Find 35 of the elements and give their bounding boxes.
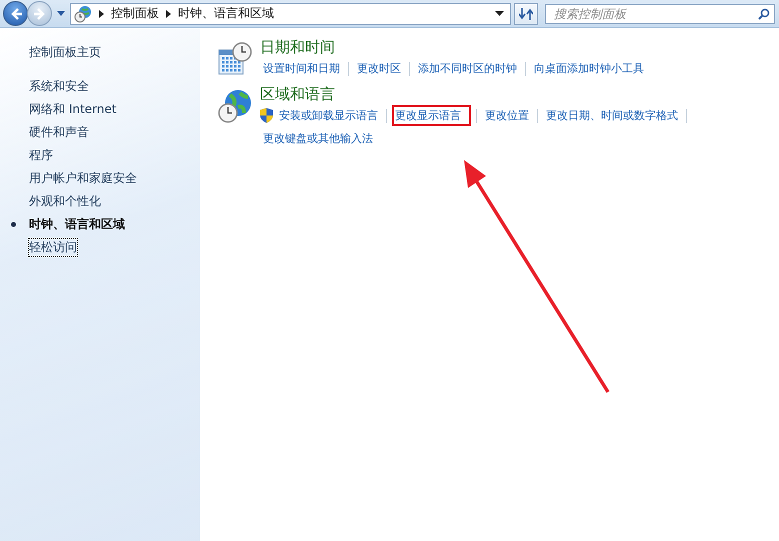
sidebar-link[interactable]: 系统和安全 [29, 78, 89, 95]
task-link[interactable]: 向桌面添加时钟小工具 [531, 58, 647, 79]
dropdown-arrow-icon[interactable] [495, 11, 504, 16]
breadcrumb[interactable]: 控制面板 [111, 5, 159, 22]
breadcrumb-arrow-icon[interactable] [99, 10, 104, 18]
category-title-link[interactable]: 区域和语言 [260, 85, 335, 104]
sidebar-link[interactable]: 轻松访问 [29, 239, 77, 256]
sidebar-link[interactable]: 网络和 Internet [29, 101, 116, 118]
search-field[interactable]: 搜索控制面板 [545, 4, 775, 24]
calendar-clock-icon[interactable] [218, 42, 252, 76]
control-panel-icon [74, 4, 92, 22]
recent-pages-dropdown-icon[interactable] [57, 11, 65, 16]
refresh-icon[interactable] [519, 6, 533, 20]
category-title-link[interactable]: 日期和时间 [260, 38, 335, 57]
task-link[interactable]: 更改时区 [354, 58, 404, 79]
sidebar-link[interactable]: 外观和个性化 [29, 193, 101, 210]
sidebar-link[interactable]: 用户帐户和家庭安全 [29, 170, 137, 187]
task-link[interactable]: 添加不同时区的时钟 [415, 58, 520, 79]
breadcrumb[interactable]: 时钟、语言和区域 [178, 5, 274, 22]
task-link[interactable]: 安装或卸载显示语言 [276, 105, 381, 126]
breadcrumb-arrow-icon[interactable] [166, 10, 171, 18]
search-icon[interactable] [758, 8, 770, 20]
sidebar-link[interactable]: 时钟、语言和区域 [29, 216, 125, 233]
sidebar-link[interactable]: 程序 [29, 147, 53, 164]
refresh-button[interactable] [514, 2, 538, 24]
task-link[interactable]: 更改日期、时间或数字格式 [543, 105, 681, 126]
address-bar[interactable]: 控制面板 时钟、语言和区域 [70, 2, 511, 24]
task-link[interactable]: 更改位置 [482, 105, 532, 126]
task-link[interactable]: 设置时间和日期 [260, 58, 343, 79]
task-link[interactable]: 更改键盘或其他输入法 [260, 128, 376, 149]
sidebar-link[interactable]: 硬件和声音 [29, 124, 89, 141]
back-button[interactable] [3, 1, 28, 26]
globe-clock-icon[interactable] [218, 89, 252, 123]
sidebar-link[interactable]: 控制面板主页 [29, 44, 101, 61]
task-link[interactable]: 更改显示语言 [392, 105, 471, 126]
